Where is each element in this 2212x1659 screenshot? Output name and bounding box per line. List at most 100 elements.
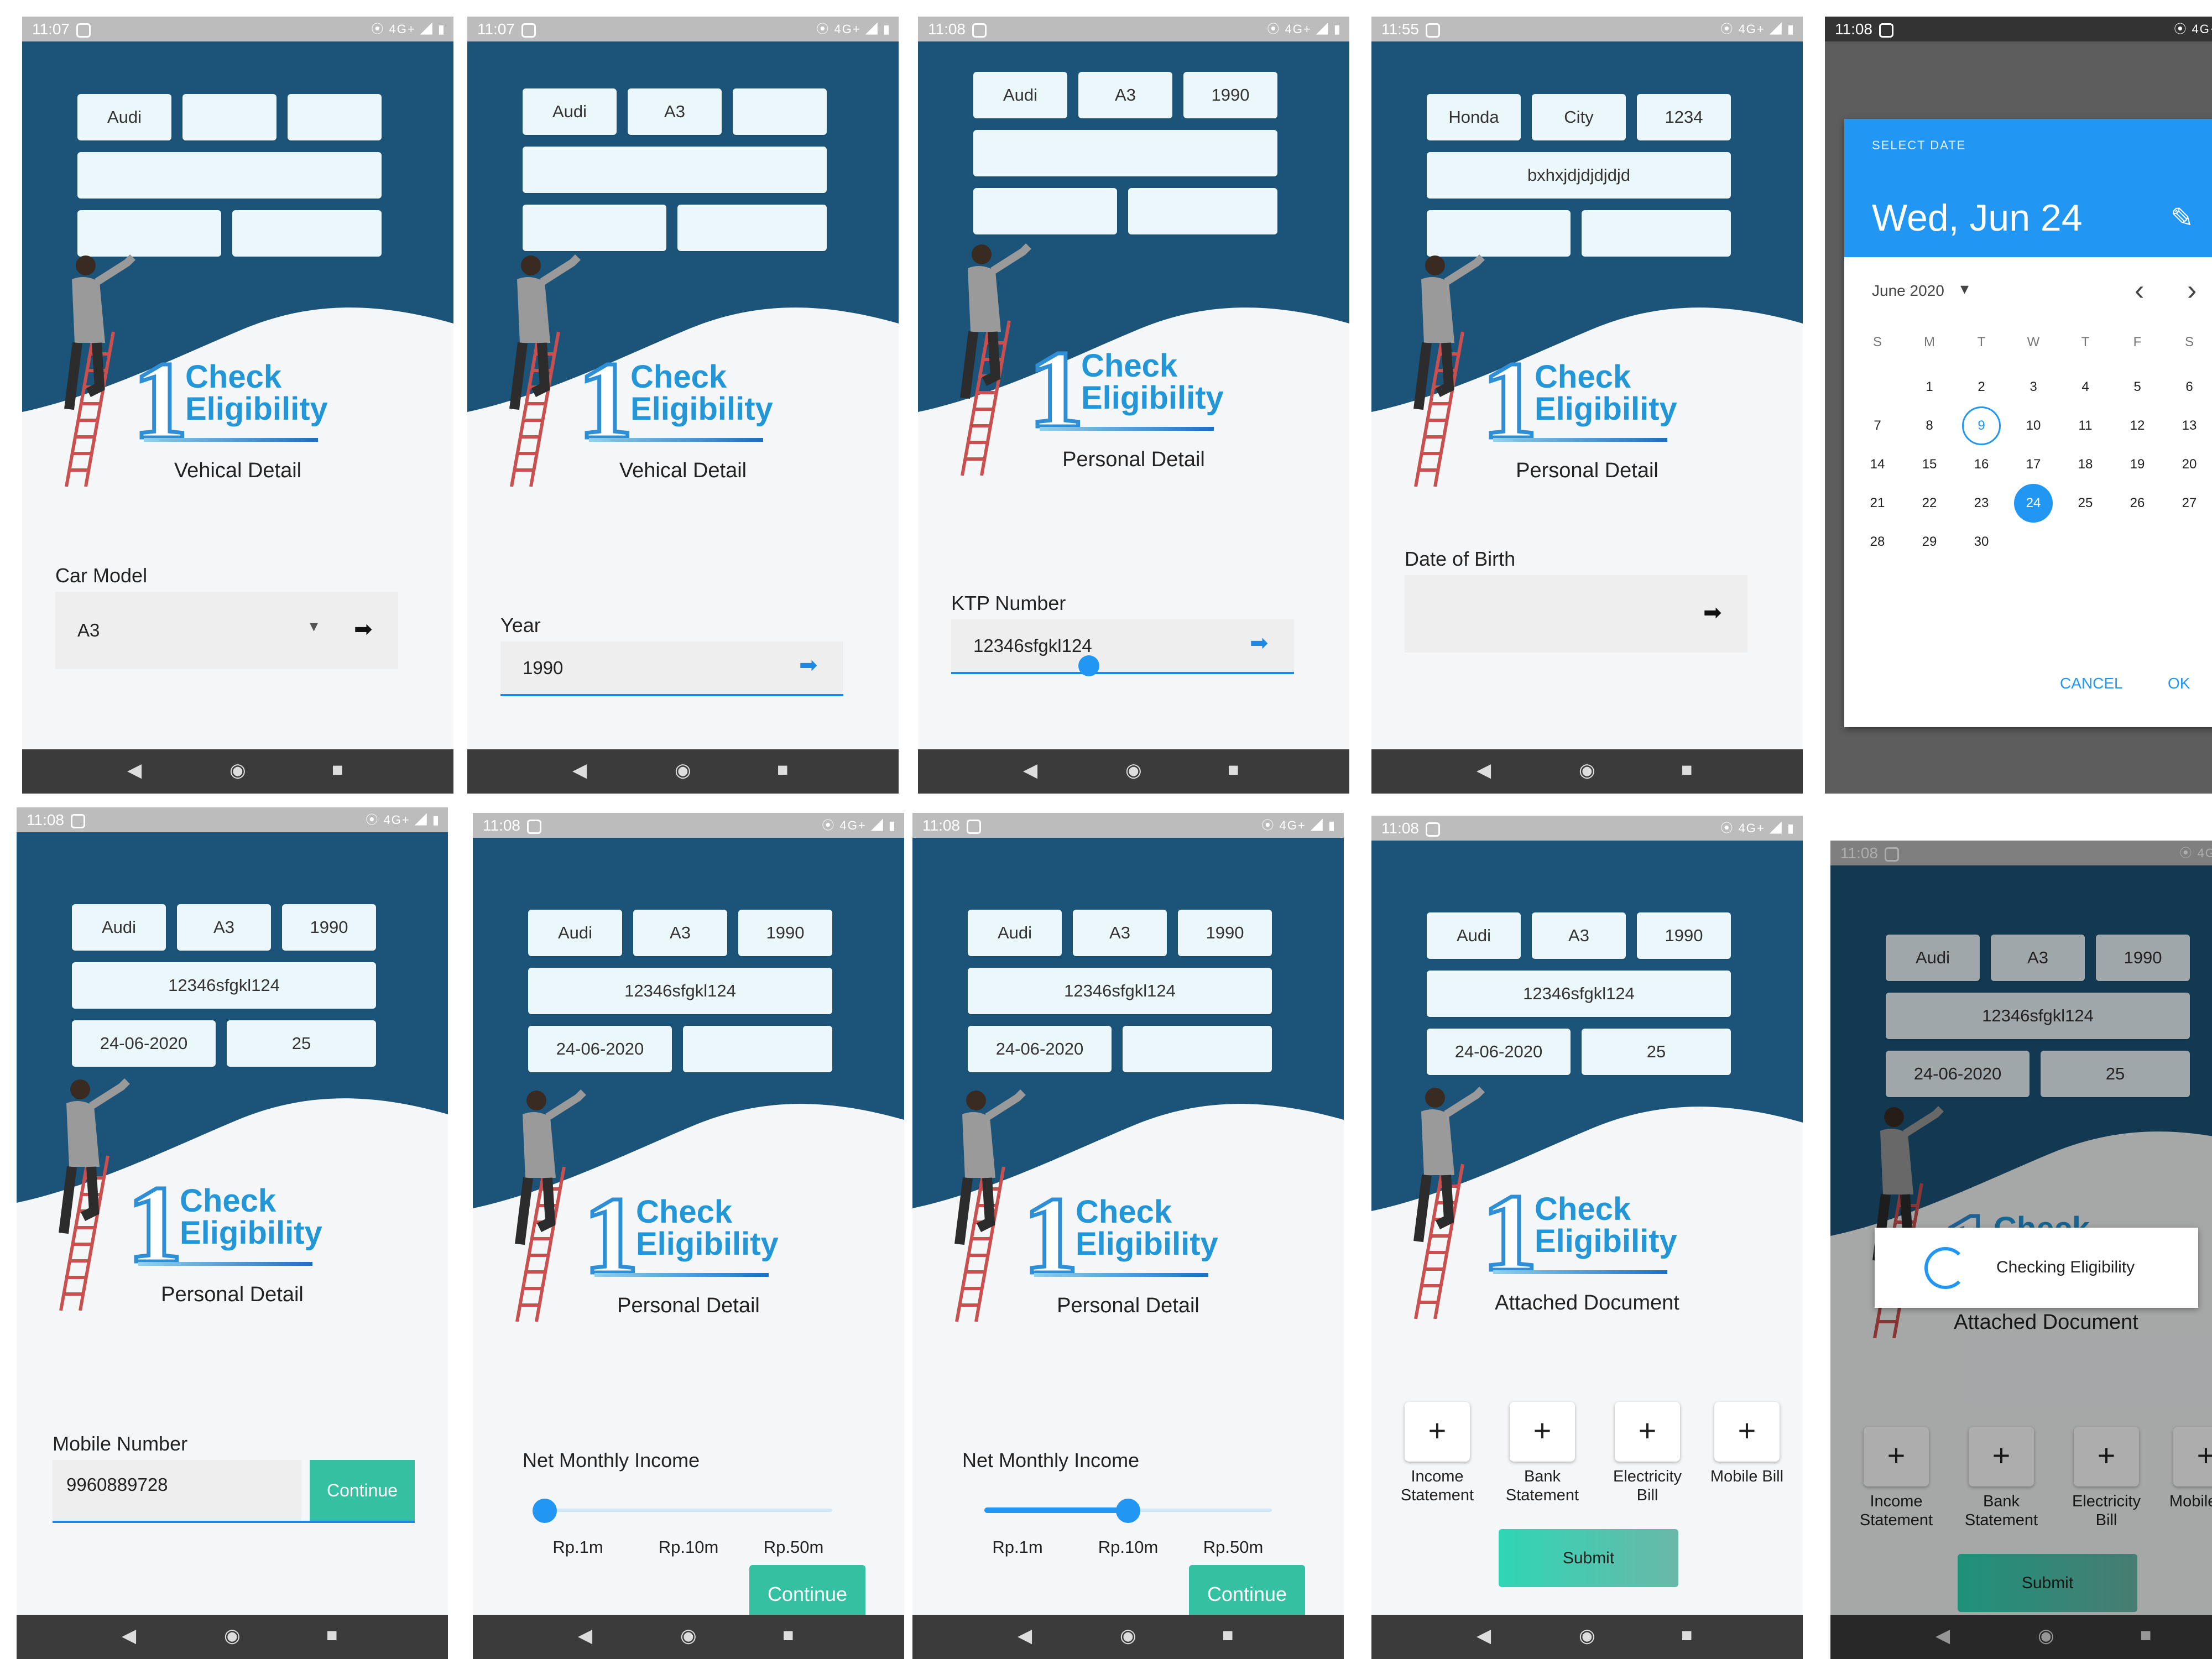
next-icon[interactable]: ➡ (1250, 630, 1269, 656)
selected-date: Wed, Jun 24 (1872, 197, 2083, 239)
calendar-day[interactable]: 28 (1858, 523, 1897, 561)
next-month-icon[interactable]: › (2187, 274, 2197, 307)
summary-field-1: Audi (1427, 912, 1521, 959)
submit-button[interactable]: Submit (1499, 1529, 1678, 1587)
nav-recent-icon[interactable]: ■ (326, 1625, 338, 1646)
calendar-day[interactable]: 10 (2014, 406, 2053, 445)
nav-recent-icon[interactable]: ■ (782, 1625, 794, 1646)
income-slider-thumb[interactable] (533, 1499, 557, 1523)
nav-home-icon[interactable]: ◉ (675, 759, 691, 781)
calendar-day[interactable]: 16 (1962, 445, 2001, 484)
summary-field-4: 12346sfgkl124 (72, 962, 376, 1009)
calendar-day[interactable]: 14 (1858, 445, 1897, 484)
calendar-day[interactable]: 5 (2118, 368, 2157, 406)
next-icon[interactable]: ➡ (1703, 600, 1722, 625)
nav-home-icon[interactable]: ◉ (1579, 1625, 1595, 1647)
nav-back-icon[interactable]: ◀ (122, 1625, 136, 1647)
nav-home-icon[interactable]: ◉ (1125, 759, 1142, 781)
calendar-day[interactable]: 3 (2014, 368, 2053, 406)
phone-screen-2: 11:07 ⦿ 4G+ ◢ ▮ Audi A3 1 Check Eligibility Veh… (467, 17, 899, 794)
prev-month-icon[interactable]: ‹ (2135, 274, 2144, 307)
nav-back-icon[interactable]: ◀ (1018, 1625, 1032, 1647)
add-bank-statement-button[interactable]: + (1510, 1402, 1575, 1462)
add-electricity-bill-button[interactable]: + (1615, 1402, 1680, 1462)
nav-recent-icon[interactable]: ■ (777, 759, 789, 781)
signal-icons: ⦿ 4G+ ◢ ▮ (1267, 22, 1342, 36)
field-underline (53, 1521, 415, 1523)
add-mobile-bill-button[interactable]: + (1714, 1402, 1780, 1462)
car-model-select[interactable]: A3 (55, 592, 398, 669)
calendar-day[interactable]: 27 (2170, 484, 2209, 523)
calendar-day[interactable]: 1 (1910, 368, 1949, 406)
signal-icons: ⦿ 4G+ ◢ ▮ (2174, 22, 2212, 36)
calendar-day[interactable]: 23 (1962, 484, 2001, 523)
nav-home-icon[interactable]: ◉ (680, 1625, 697, 1647)
calendar-day[interactable]: 7 (1858, 406, 1897, 445)
cancel-button[interactable]: CANCEL (2060, 675, 2123, 692)
edit-icon[interactable]: ✎ (2171, 202, 2194, 234)
nav-recent-icon[interactable]: ■ (1222, 1625, 1234, 1646)
nav-home-icon[interactable]: ◉ (224, 1625, 241, 1647)
screenshot-icon (76, 23, 91, 38)
year-input[interactable]: 1990 (500, 641, 843, 694)
calendar-day[interactable]: 26 (2118, 484, 2157, 523)
calendar-day[interactable]: 2 (1962, 368, 2001, 406)
screenshot-icon (71, 813, 85, 828)
calendar-day[interactable]: 22 (1910, 484, 1949, 523)
calendar-day[interactable]: 24 (2014, 484, 2053, 523)
loading-spinner-icon (1924, 1247, 1966, 1289)
calendar-day[interactable]: 25 (2066, 484, 2105, 523)
calendar-day[interactable]: 30 (1962, 523, 2001, 561)
date-of-birth-input[interactable] (1405, 575, 1747, 653)
nav-recent-icon[interactable]: ■ (332, 759, 343, 781)
mobile-number-input[interactable]: 9960889728 (53, 1460, 301, 1521)
calendar-day[interactable]: 20 (2170, 445, 2209, 484)
nav-back-icon[interactable]: ◀ (127, 759, 142, 781)
calendar-day[interactable]: 13 (2170, 406, 2209, 445)
calendar-day[interactable]: 12 (2118, 406, 2157, 445)
ktp-number-input[interactable]: 12346sfgkl124 (951, 619, 1294, 672)
summary-field-5 (973, 188, 1117, 234)
nav-home-icon[interactable]: ◉ (1120, 1625, 1136, 1647)
ok-button[interactable]: OK (2168, 675, 2190, 692)
nav-home-icon[interactable]: ◉ (1579, 759, 1595, 781)
month-dropdown-icon[interactable]: ▾ (1960, 279, 1969, 299)
slider-label: Rp.10m (1098, 1537, 1159, 1557)
nav-recent-icon[interactable]: ■ (1681, 1625, 1693, 1646)
income-slider-thumb[interactable] (1116, 1499, 1140, 1523)
nav-recent-icon[interactable]: ■ (1228, 759, 1239, 781)
status-bar: 11:08 ⦿ 4G+ ◢ ▮ (1825, 17, 2212, 41)
nav-back-icon[interactable]: ◀ (1477, 759, 1491, 781)
next-icon[interactable]: ➡ (799, 653, 818, 678)
system-nav-bar: ◀ ◉ ■ (467, 749, 899, 794)
signal-icons: ⦿ 4G+ ◢ ▮ (366, 813, 440, 827)
next-icon[interactable]: ➡ (354, 617, 373, 642)
month-label[interactable]: June 2020 (1872, 282, 1944, 300)
calendar-day[interactable]: 19 (2118, 445, 2157, 484)
calendar-day[interactable]: 15 (1910, 445, 1949, 484)
calendar-day[interactable]: 4 (2066, 368, 2105, 406)
nav-back-icon[interactable]: ◀ (578, 1625, 592, 1647)
add-income-statement-button[interactable]: + (1405, 1402, 1470, 1462)
nav-recent-icon[interactable]: ■ (1681, 759, 1693, 781)
calendar-day[interactable]: 6 (2170, 368, 2209, 406)
calendar-day[interactable]: 11 (2066, 406, 2105, 445)
calendar-day[interactable]: 21 (1858, 484, 1897, 523)
section-title: Attached Document (1495, 1291, 1679, 1314)
screenshot-icon (967, 819, 981, 834)
calendar-day[interactable]: 18 (2066, 445, 2105, 484)
summary-field-1: Audi (72, 904, 166, 951)
calendar-day[interactable]: 17 (2014, 445, 2053, 484)
nav-home-icon[interactable]: ◉ (229, 759, 246, 781)
nav-back-icon[interactable]: ◀ (1023, 759, 1037, 781)
text-cursor-handle[interactable] (1078, 655, 1099, 676)
dropdown-icon[interactable]: ▾ (310, 617, 318, 636)
slider-label: Rp.50m (1203, 1537, 1264, 1557)
nav-back-icon[interactable]: ◀ (1477, 1625, 1491, 1647)
continue-button[interactable]: Continue (310, 1460, 415, 1521)
calendar-day[interactable]: 29 (1910, 523, 1949, 561)
nav-back-icon[interactable]: ◀ (572, 759, 587, 781)
calendar-day[interactable]: 9 (1962, 406, 2001, 445)
calendar-day[interactable]: 8 (1910, 406, 1949, 445)
screenshot-grid: 11:07 ⦿ 4G+ ◢ ▮ Audi 1 Check Eligibility Vehic… (0, 0, 2212, 1659)
